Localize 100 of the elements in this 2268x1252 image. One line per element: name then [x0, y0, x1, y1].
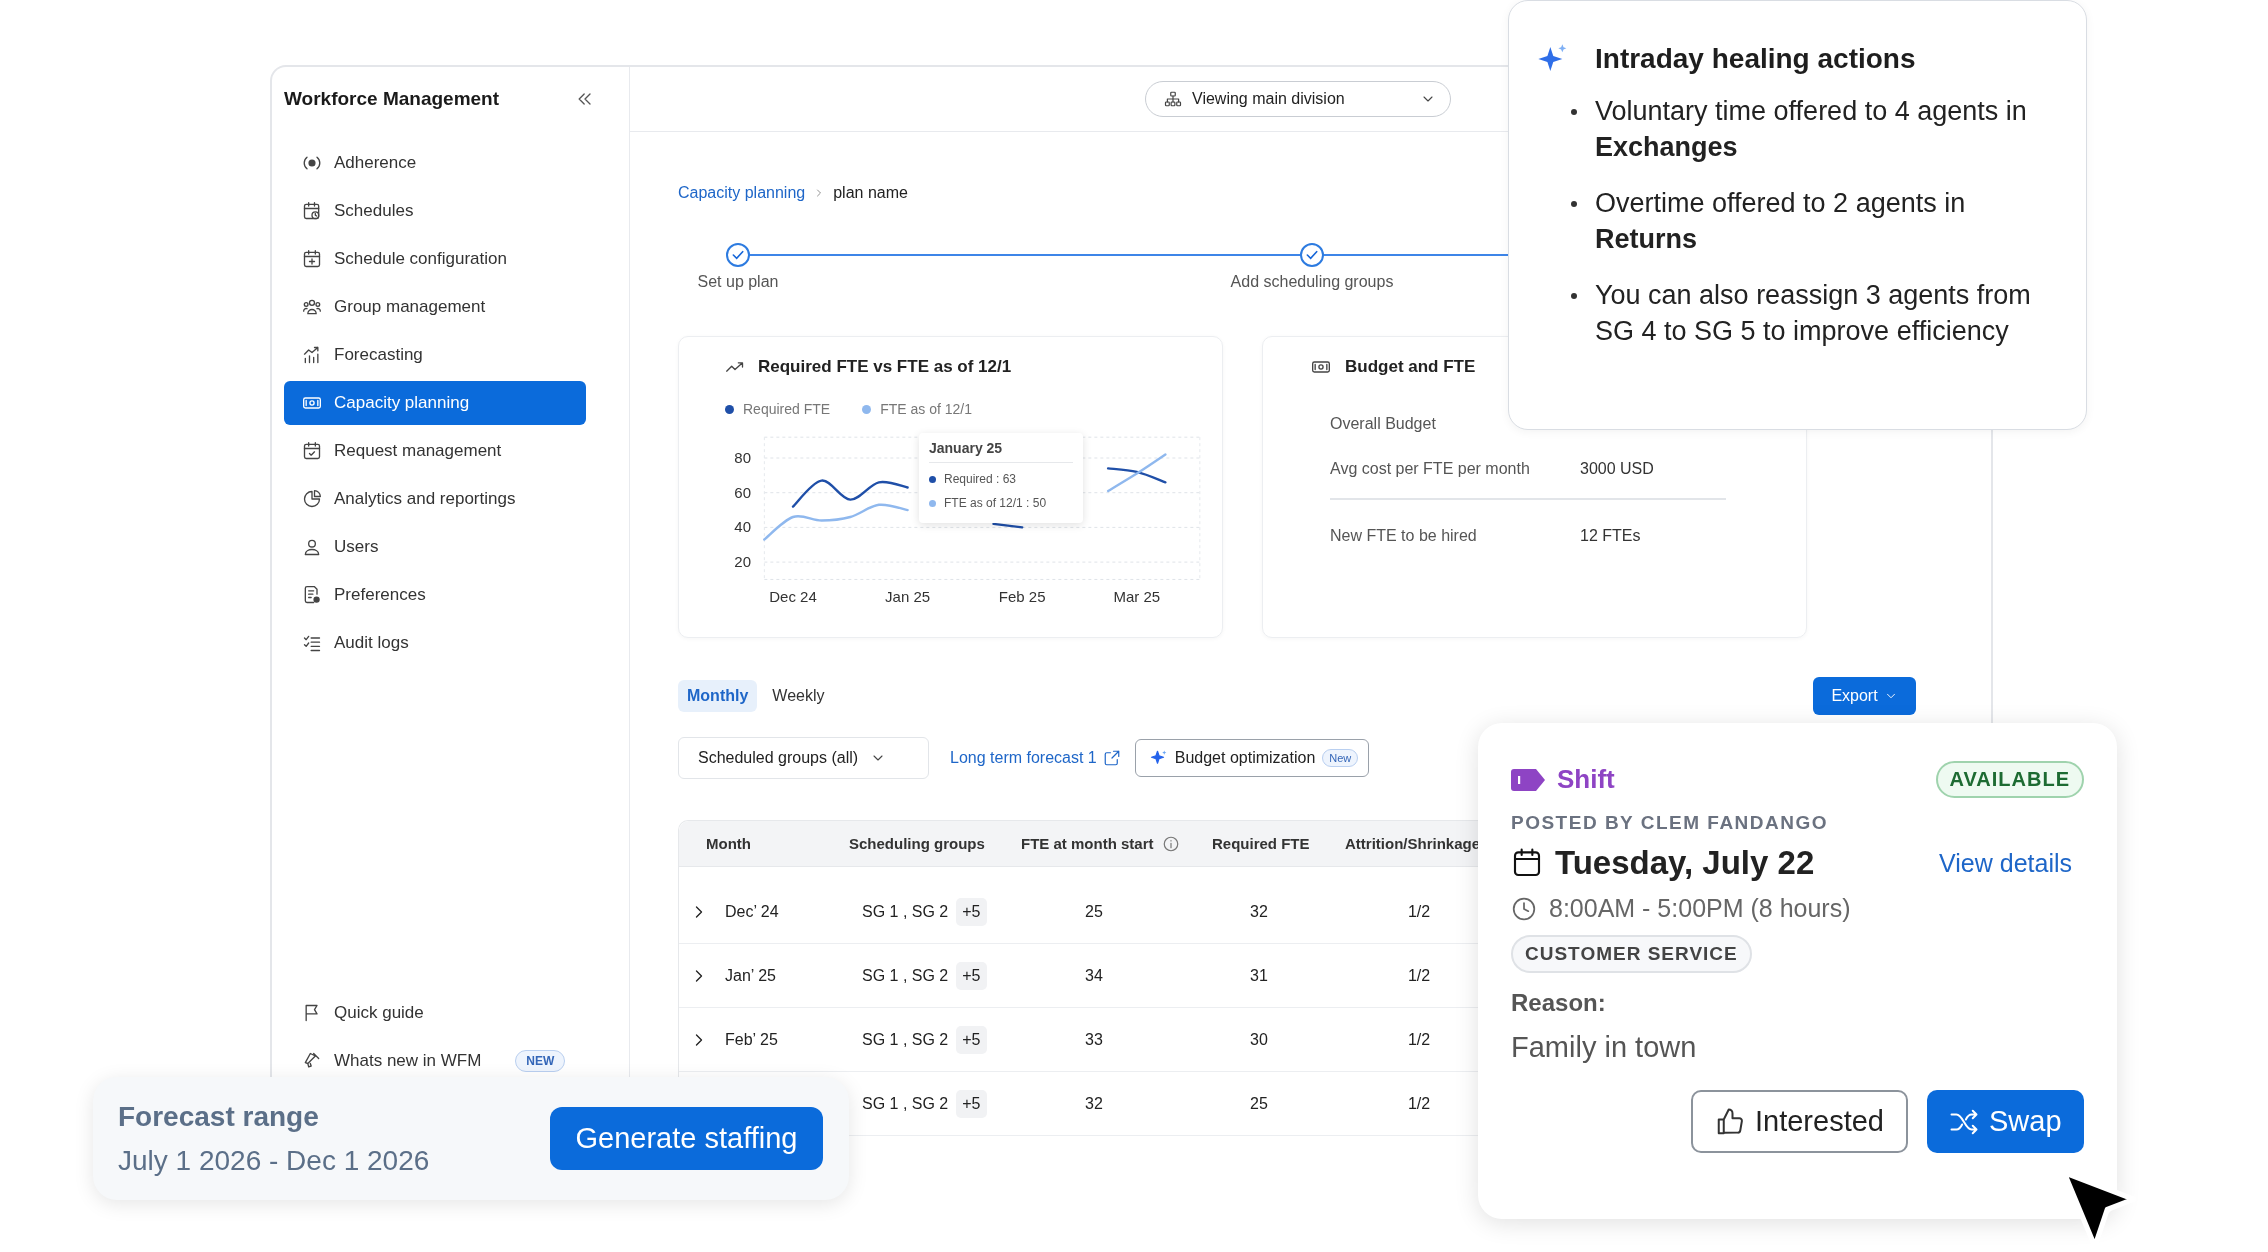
column-header: Attrition/Shrinkage — [1345, 835, 1480, 852]
table-cell: 32 — [1085, 1094, 1103, 1113]
breadcrumb-link[interactable]: Capacity planning — [678, 184, 806, 202]
nav-item[interactable]: Audit logs — [284, 621, 586, 665]
card-title: Required FTE vs FTE as of 12/1 — [758, 357, 1012, 377]
table-cell: 30 — [1250, 1030, 1268, 1049]
count-chip: +5 — [956, 897, 987, 926]
status-badge: AVAILABLE — [1935, 761, 2084, 798]
tooltip-text: FTE as of 12/1 : 50 — [944, 496, 1047, 510]
nav-item[interactable]: Request management — [284, 429, 586, 473]
group-dropdown[interactable]: Scheduled groups (all) — [678, 737, 929, 779]
nav-item[interactable]: Users — [284, 525, 586, 569]
column-header: Month — [706, 835, 751, 852]
action-text: Overtime offered to 2 agents in Returns — [1595, 187, 1967, 256]
forecast-range: July 1 2026 - Dec 1 2026 — [118, 1144, 430, 1177]
nav-item[interactable]: Schedules — [284, 189, 586, 233]
tag-icon — [1511, 768, 1545, 791]
reason-text: Family in town — [1511, 1031, 1698, 1064]
calendar-check-icon — [302, 441, 322, 461]
shift-time: 8:00AM - 5:00PM (8 hours) — [1549, 894, 1851, 923]
table-cell: 32 — [1250, 902, 1268, 921]
swap-button[interactable]: Swap — [1927, 1090, 2084, 1153]
table-cell: 1/2 — [1407, 966, 1431, 985]
reason-label: Reason: — [1511, 989, 1607, 1017]
shift-date: Tuesday, July 22 — [1555, 844, 1815, 882]
new-badge: NEW — [515, 1050, 566, 1072]
table-cell: 34 — [1085, 966, 1103, 985]
axis-label: Mar 25 — [1113, 588, 1161, 605]
department-chip: CUSTOMER SERVICE — [1511, 935, 1752, 973]
table-cell: SG 1 , SG 2 — [862, 966, 949, 985]
card-title: Budget and FTE — [1345, 357, 1476, 377]
tooltip-text: Required : 63 — [944, 472, 1017, 486]
hierarchy-icon — [1164, 90, 1182, 108]
table-cell: SG 1 , SG 2 — [862, 902, 949, 921]
bar-chart-icon — [302, 345, 322, 365]
axis-label: 20 — [734, 553, 751, 571]
count-chip: +5 — [956, 961, 987, 990]
popup-title: Intraday healing actions — [1595, 43, 1916, 75]
forecast-link[interactable]: Long term forecast 1 — [950, 749, 1121, 767]
table-cell: SG 1 , SG 2 — [862, 1094, 949, 1113]
pie-chart-icon — [302, 489, 322, 509]
info-icon — [1161, 834, 1180, 853]
column-header: FTE at month start — [1021, 835, 1154, 852]
field-value: 3000 USD — [1580, 459, 1654, 478]
posted-by-text: POSTED BY CLEM FANDANGO — [1511, 812, 1830, 834]
checklist-icon — [302, 633, 322, 653]
view-details-link[interactable]: View details — [1939, 848, 2072, 878]
bullet — [1571, 293, 1577, 299]
table-cell: 1/2 — [1407, 902, 1431, 921]
optimization-button[interactable]: Budget optimization New — [1134, 739, 1370, 777]
shift-type-label: Shift — [1557, 764, 1615, 795]
axis-label: 60 — [734, 483, 751, 501]
nav-item[interactable]: Preferences — [284, 573, 586, 617]
action-text: You can also reassign 3 agents from SG 4 to SG 5 to improve efficiency — [1595, 279, 2032, 348]
nav-item[interactable]: Forecasting — [284, 333, 586, 377]
action-text: Voluntary time offered to 4 agents in Exchanges — [1595, 95, 2028, 164]
axis-label: Dec 24 — [769, 588, 817, 605]
field-value: 12 FTEs — [1580, 527, 1641, 545]
bullet — [1571, 201, 1577, 207]
external-link-icon — [1102, 749, 1121, 767]
export-button[interactable]: Export — [1813, 677, 1916, 715]
nav-item[interactable]: Group management — [284, 285, 586, 329]
axis-label: 40 — [734, 518, 751, 536]
nav-item[interactable]: Schedule configuration — [284, 237, 586, 281]
people-icon — [302, 297, 322, 317]
nav-item[interactable]: Quick guide — [284, 995, 629, 1031]
calendar-clock-icon — [302, 201, 322, 221]
interested-button[interactable]: Interested — [1691, 1090, 1908, 1153]
field-label: Overall Budget — [1330, 414, 1437, 433]
table-cell: 1/2 — [1407, 1030, 1431, 1049]
bullet — [1571, 109, 1577, 115]
nav-item[interactable]: Whats new in WFM NEW — [284, 1043, 629, 1079]
table-cell: Feb’ 25 — [725, 1030, 778, 1049]
step-label: Set up plan — [697, 273, 779, 291]
forecast-title: Forecast range — [118, 1100, 320, 1133]
table-cell: 33 — [1085, 1030, 1103, 1049]
view-tab[interactable]: Weekly — [763, 680, 834, 712]
legend-label: FTE as of 12/1 — [880, 401, 972, 417]
thumbs-up-icon — [1715, 1106, 1745, 1137]
view-tab[interactable]: Monthly — [678, 680, 758, 712]
column-header: Scheduling groups — [849, 835, 985, 852]
nav-item[interactable]: Analytics and reportings — [284, 477, 586, 521]
table-cell: Dec’ 24 — [725, 902, 779, 921]
axis-label: 80 — [734, 449, 751, 466]
document-gear-icon — [302, 585, 322, 605]
generate-staffing-button[interactable]: Generate staffing — [550, 1107, 823, 1170]
new-badge: New — [1322, 749, 1359, 767]
nav-item[interactable]: Capacity planning — [284, 381, 586, 425]
tooltip-title: January 25 — [929, 440, 1003, 456]
count-chip: +5 — [956, 1025, 987, 1054]
app-title: Workforce Management — [284, 87, 500, 110]
user-icon — [302, 537, 322, 557]
breadcrumb-current: plan name — [833, 184, 908, 202]
count-chip: +5 — [956, 1089, 987, 1118]
table-cell: 25 — [1085, 902, 1103, 921]
step-label: Add scheduling groups — [1230, 273, 1394, 291]
nav-item[interactable]: Adherence — [284, 141, 586, 185]
calendar-plus-icon — [302, 249, 322, 269]
axis-label: Jan 25 — [885, 588, 931, 605]
table-cell: 25 — [1250, 1094, 1268, 1113]
